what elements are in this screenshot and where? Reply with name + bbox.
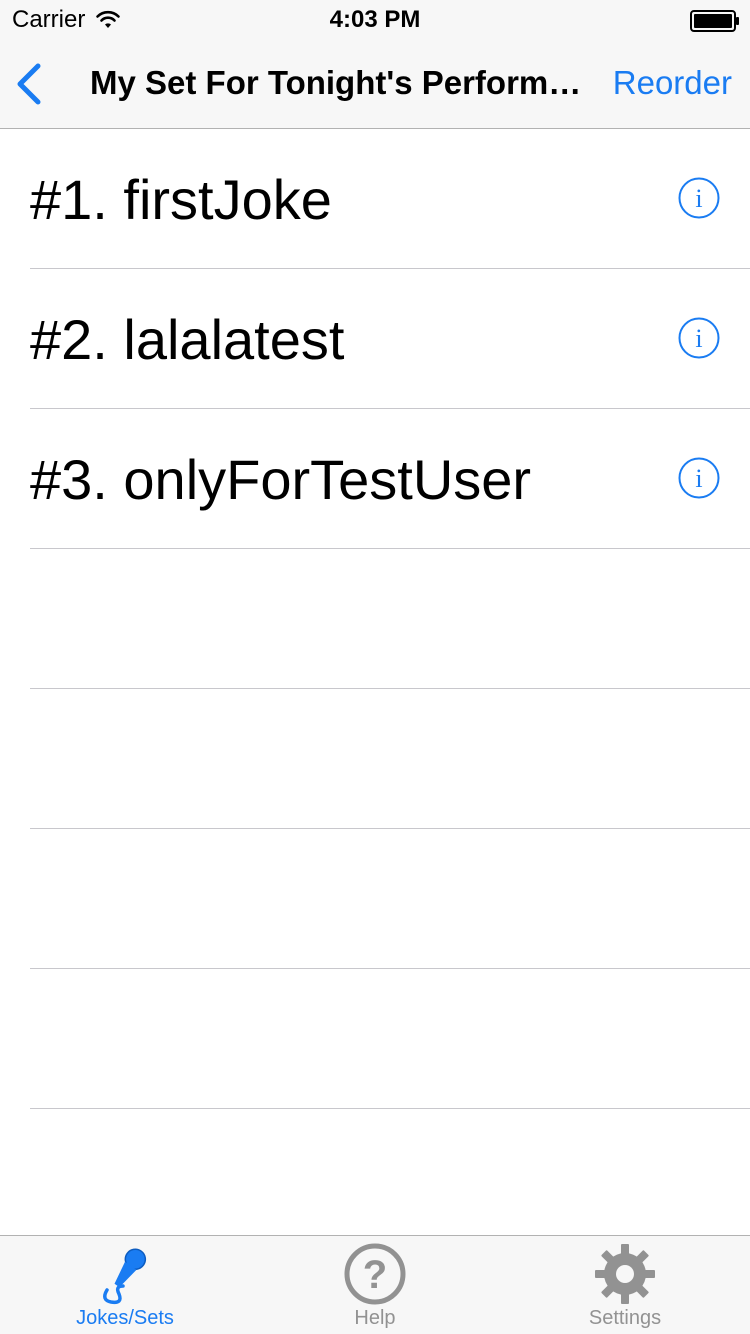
empty-row	[30, 829, 750, 969]
status-bar: Carrier 4:03 PM	[0, 0, 750, 40]
battery-icon	[690, 10, 739, 32]
microphone-icon	[103, 1248, 147, 1305]
tab-help[interactable]: ? Help	[250, 1236, 500, 1334]
clock: 4:03 PM	[329, 6, 421, 33]
svg-text:i: i	[695, 324, 702, 353]
gear-icon	[595, 1244, 655, 1304]
jokes-list: #1. firstJoke i #2. lalalatest i #3. onl…	[0, 129, 750, 1109]
help-icon: ?	[344, 1243, 406, 1305]
empty-row	[30, 689, 750, 829]
info-icon[interactable]: i	[678, 177, 720, 219]
list-item[interactable]: #2. lalalatest i	[30, 269, 750, 409]
back-button[interactable]	[10, 60, 54, 108]
svg-text:i: i	[695, 184, 702, 213]
page-title: My Set For Tonight's Perform…	[90, 64, 582, 101]
tab-settings[interactable]: Settings	[500, 1236, 750, 1334]
empty-row	[30, 549, 750, 689]
svg-text:?: ?	[363, 1253, 387, 1297]
svg-text:i: i	[695, 464, 702, 493]
list-item-label: #2. lalalatest	[30, 308, 345, 371]
empty-row	[30, 969, 750, 1109]
list-item[interactable]: #1. firstJoke i	[30, 129, 750, 269]
list-item-label: #3. onlyForTestUser	[30, 448, 532, 511]
list-item[interactable]: #3. onlyForTestUser i	[30, 409, 750, 549]
list-item-label: #1. firstJoke	[30, 168, 332, 231]
chevron-left-icon	[17, 63, 41, 105]
reorder-button[interactable]: Reorder	[613, 64, 732, 102]
tab-bar: Jokes/Sets ? Help Settings	[0, 1235, 750, 1334]
tab-label: Jokes/Sets	[76, 1307, 174, 1329]
info-icon[interactable]: i	[678, 457, 720, 499]
navigation-bar: My Set For Tonight's Perform… Reorder	[0, 40, 750, 129]
tab-label: Help	[354, 1307, 396, 1329]
info-icon[interactable]: i	[678, 317, 720, 359]
tab-label: Settings	[588, 1307, 662, 1329]
tab-jokes-sets[interactable]: Jokes/Sets	[0, 1236, 250, 1334]
screen: Carrier 4:03 PM My Set For Tonight's Per…	[0, 0, 750, 1334]
